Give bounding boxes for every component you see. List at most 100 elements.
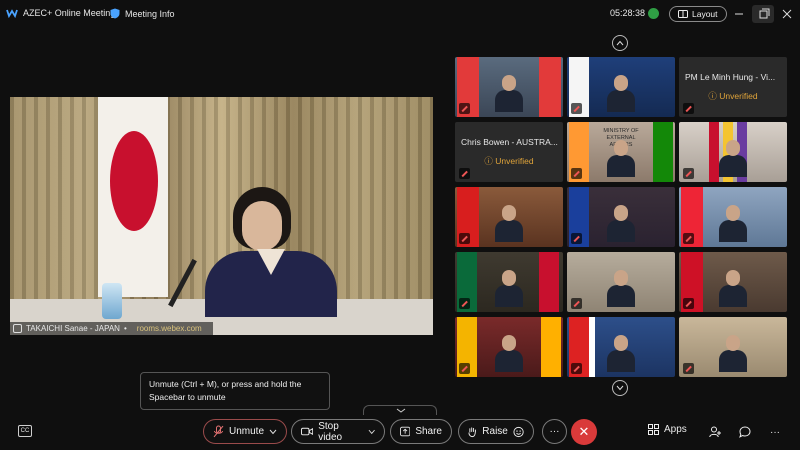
share-screen-icon [400, 426, 411, 437]
stop-video-button[interactable]: Stop video [291, 419, 385, 444]
country-flag [539, 57, 561, 117]
participant-video [607, 75, 635, 112]
country-flag [541, 317, 561, 377]
participant-video [719, 205, 747, 242]
participant-video [719, 335, 747, 372]
more-label: ··· [549, 426, 560, 437]
scroll-down-button[interactable] [612, 380, 628, 396]
raise-label: Raise [482, 426, 508, 437]
meeting-info-button[interactable]: Meeting Info [110, 8, 175, 19]
chevron-down-icon[interactable] [269, 429, 277, 435]
raise-hand-button[interactable]: Raise [458, 419, 534, 444]
chat-button[interactable] [737, 424, 753, 440]
encrypted-shield-icon[interactable] [648, 8, 659, 19]
country-flag [653, 122, 673, 182]
minimize-icon [735, 13, 743, 15]
meeting-timer: 05:28:38 [610, 8, 646, 18]
muted-mic-icon [683, 103, 694, 114]
main-speaker [205, 187, 337, 317]
muted-mic-icon [459, 103, 470, 114]
camera-icon [301, 427, 314, 436]
share-label: Share [415, 426, 442, 437]
muted-mic-icon [459, 233, 470, 244]
webex-logo-icon [6, 9, 18, 18]
apps-label: Apps [664, 424, 687, 435]
muted-mic-icon [571, 168, 582, 179]
collapse-controls-tab[interactable] [363, 405, 437, 415]
main-video[interactable] [10, 97, 433, 335]
water-bottle [102, 283, 122, 319]
participant-tile[interactable] [679, 187, 787, 247]
participant-name: PM Le Minh Hung - Vi... [685, 72, 776, 82]
unverified-status: Unverified [455, 155, 563, 167]
muted-mic-icon [683, 363, 694, 374]
participant-tile[interactable] [679, 252, 787, 312]
chevron-down-icon [616, 385, 624, 391]
participant-video [719, 270, 747, 307]
participant-video [495, 75, 523, 112]
participant-tile[interactable]: PM Le Minh Hung - Vi... Unverified [679, 57, 787, 117]
participant-name: Chris Bowen - AUSTRA... [461, 137, 558, 147]
participant-tile[interactable] [567, 252, 675, 312]
participant-tile[interactable] [567, 187, 675, 247]
participant-tile[interactable] [679, 122, 787, 182]
layout-label: Layout [692, 9, 718, 19]
closed-captions-icon: CC [20, 428, 30, 434]
leave-meeting-button[interactable]: ✕ [571, 419, 597, 445]
participant-tile[interactable] [567, 57, 675, 117]
participant-video [495, 335, 523, 372]
participant-tile[interactable] [455, 187, 563, 247]
participant-video [607, 205, 635, 242]
participant-tile[interactable] [455, 317, 563, 377]
mic-muted-icon [213, 425, 224, 438]
title-bar: AZEC+ Online Meeting Meeting Info 05:28:… [0, 0, 800, 28]
country-flag [589, 317, 595, 377]
participant-video [495, 205, 523, 242]
muted-mic-icon [459, 168, 470, 179]
participant-tile[interactable]: Chris Bowen - AUSTRA... Unverified [455, 122, 563, 182]
participants-icon [708, 426, 721, 438]
scroll-up-button[interactable] [612, 35, 628, 51]
muted-mic-icon [459, 298, 470, 309]
country-flag [539, 252, 559, 312]
participant-tile[interactable]: MINISTRY OF EXTERNAL AFFAIRS [567, 122, 675, 182]
chevron-up-icon [616, 40, 624, 46]
share-button[interactable]: Share [390, 419, 452, 444]
app-title-area: AZEC+ Online Meeting [6, 8, 115, 18]
shield-icon [110, 8, 120, 19]
participant-tile[interactable] [455, 57, 563, 117]
captions-button[interactable]: CC [18, 425, 32, 437]
stop-video-label: Stop video [318, 420, 343, 443]
participant-tile[interactable] [567, 317, 675, 377]
participant-video [607, 335, 635, 372]
apps-grid-icon [648, 424, 659, 435]
muted-mic-icon [13, 324, 22, 333]
muted-mic-icon [683, 298, 694, 309]
chevron-down-icon[interactable] [368, 429, 376, 435]
participants-button[interactable] [707, 424, 723, 440]
participant-video [719, 140, 747, 177]
chat-bubble-icon [739, 426, 751, 438]
app-title: AZEC+ Online Meeting [23, 8, 116, 18]
reaction-emoji-icon[interactable] [513, 426, 524, 438]
participant-tile[interactable] [679, 317, 787, 377]
unmute-button[interactable]: Unmute [203, 419, 287, 444]
restore-button[interactable] [752, 5, 774, 23]
apps-button[interactable]: Apps [648, 424, 687, 435]
layout-button[interactable]: Layout [669, 6, 727, 22]
main-participant-name: TAKAICHI Sanae - JAPAN [26, 324, 120, 333]
more-options-button[interactable]: ··· [542, 419, 567, 444]
main-name-label: TAKAICHI Sanae - JAPAN • rooms.webex.com [10, 322, 213, 335]
minimize-button[interactable] [732, 7, 746, 21]
more-dot-icon: • [123, 324, 127, 333]
participant-video [607, 140, 635, 177]
tooltip-line-2: Spacebar to unmute [149, 392, 226, 402]
hand-icon [468, 426, 476, 437]
close-window-button[interactable] [780, 7, 794, 21]
layout-icon [678, 10, 688, 18]
close-icon: ✕ [578, 424, 590, 439]
participant-tile[interactable] [455, 252, 563, 312]
unmute-label: Unmute [228, 426, 264, 437]
more-panels-button[interactable]: ··· [767, 424, 783, 440]
participant-video [607, 270, 635, 307]
